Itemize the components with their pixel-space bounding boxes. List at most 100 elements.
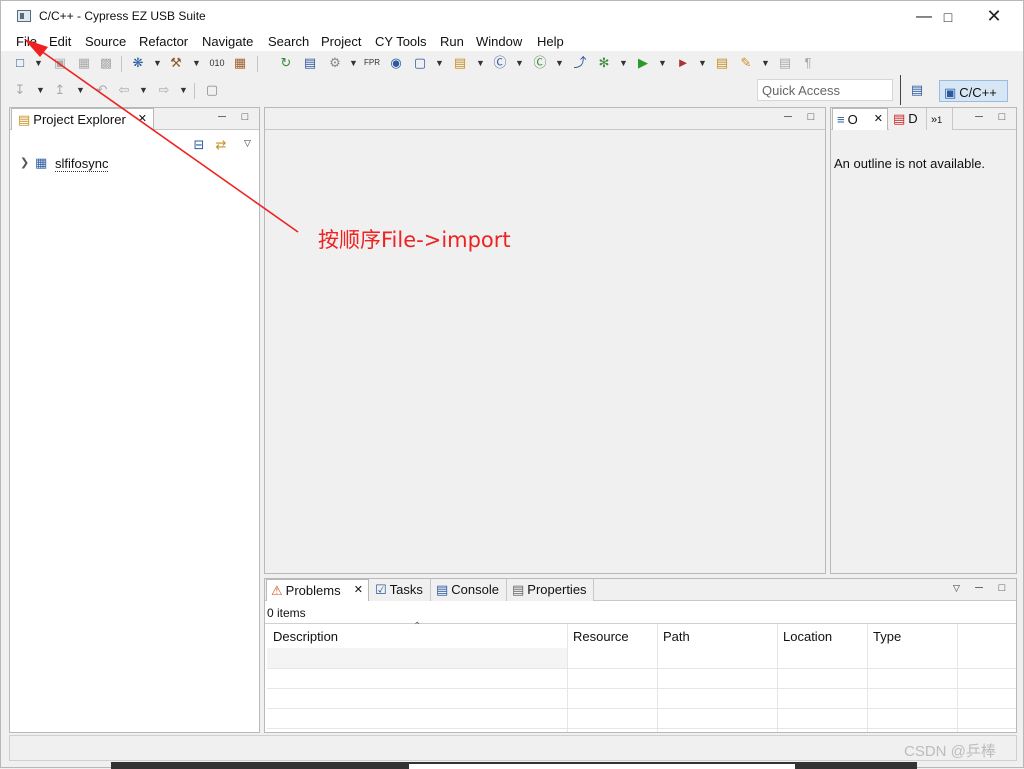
menu-run[interactable]: Run — [440, 34, 464, 49]
forward-dropdown-icon[interactable]: ▼ — [179, 81, 188, 99]
open-type-dropdown-icon[interactable]: ▼ — [435, 54, 444, 72]
package-icon[interactable]: ▦ — [231, 54, 249, 72]
maximize-view-icon[interactable]: □ — [995, 582, 1009, 596]
folder-dropdown-icon[interactable]: ▼ — [476, 54, 485, 72]
column-resource[interactable]: Resource — [567, 624, 629, 648]
run-play-icon[interactable]: ▶ — [634, 54, 652, 72]
maximize-editor-icon[interactable]: □ — [804, 111, 818, 125]
menu-help[interactable]: Help — [537, 34, 564, 49]
run-dropdown-icon[interactable]: ▼ — [658, 54, 667, 72]
maximize-view-icon[interactable]: □ — [995, 111, 1009, 125]
maximize-view-icon[interactable]: □ — [238, 111, 252, 125]
tab-properties[interactable]: ▤ Properties — [507, 579, 594, 601]
editor-area: ─ □ — [264, 107, 826, 574]
menu-edit[interactable]: Edit — [49, 34, 71, 49]
back-arrow-icon[interactable]: ⇦ — [115, 81, 133, 99]
prev-annotation-icon[interactable]: ↥ — [51, 81, 69, 99]
external-tools-icon[interactable]: ► — [674, 54, 692, 72]
toolbar-separator — [257, 56, 258, 72]
close-button[interactable]: ✕ — [971, 1, 1017, 32]
menu-cy-tools[interactable]: CY Tools — [375, 34, 427, 49]
minimize-view-icon[interactable]: ─ — [972, 111, 986, 125]
menu-refactor[interactable]: Refactor — [139, 34, 188, 49]
toolbar-divider — [900, 75, 901, 105]
new-class-dropdown-icon[interactable]: ▼ — [515, 54, 524, 72]
probe-icon[interactable]: ⤴ — [571, 54, 589, 72]
column-location[interactable]: Location — [777, 624, 832, 648]
next-annotation-icon[interactable]: ↧ — [11, 81, 29, 99]
cypress-logo-icon[interactable]: ◉ — [387, 54, 405, 72]
refresh-icon[interactable]: ↻ — [277, 54, 295, 72]
close-tab-icon[interactable]: ✕ — [354, 583, 363, 596]
menu-file[interactable]: File — [16, 34, 37, 49]
external-tools-dropdown-icon[interactable]: ▼ — [698, 54, 707, 72]
column-path[interactable]: Path — [657, 624, 690, 648]
open-perspective-icon[interactable]: ▤ — [906, 80, 928, 102]
tree-item[interactable]: ❯ ▦ slfifosync — [10, 154, 259, 174]
menu-project[interactable]: Project — [321, 34, 361, 49]
tab-tasks[interactable]: ☑ Tasks — [369, 579, 431, 601]
settings-dropdown-icon[interactable]: ▼ — [349, 54, 358, 72]
link-with-editor-icon[interactable]: ⇄ — [212, 136, 230, 154]
new-icon[interactable]: □ — [11, 54, 29, 72]
back-dropdown-icon[interactable]: ▼ — [139, 81, 148, 99]
fpr-icon[interactable]: FPR — [363, 54, 381, 72]
column-divider — [567, 624, 568, 732]
tab-project-explorer[interactable]: ▤ Project Explorer ✕ — [11, 108, 154, 130]
minimize-editor-icon[interactable]: ─ — [781, 111, 795, 125]
pilcrow-icon[interactable]: ¶ — [799, 54, 817, 72]
view-icon[interactable]: ▤ — [301, 54, 319, 72]
save-all-icon[interactable]: ▦ — [75, 54, 93, 72]
print-icon[interactable]: ▩ — [97, 54, 115, 72]
debug-dropdown-icon[interactable]: ▼ — [619, 54, 628, 72]
settings-gear-icon[interactable]: ⚙ — [326, 54, 344, 72]
last-edit-icon[interactable]: ↶ — [93, 81, 111, 99]
cy-run-icon[interactable]: Ⓒ — [531, 54, 549, 72]
quick-access-input[interactable]: Quick Access — [757, 79, 893, 101]
maximize-button[interactable]: □ — [925, 1, 971, 32]
open-type-icon[interactable]: ▢ — [411, 54, 429, 72]
globe-icon[interactable]: ❋ — [129, 54, 147, 72]
debug-bug-icon[interactable]: ✻ — [595, 54, 613, 72]
folder-icon[interactable]: ▤ — [451, 54, 469, 72]
globe-dropdown-icon[interactable]: ▼ — [153, 54, 162, 72]
build-dropdown-icon[interactable]: ▼ — [192, 54, 201, 72]
tab-problems[interactable]: ⚠ Problems ✕ — [266, 579, 369, 601]
save-icon[interactable]: ▣ — [51, 54, 69, 72]
menu-source[interactable]: Source — [85, 34, 126, 49]
overflow-tabs-button[interactable]: »1 — [927, 108, 953, 130]
perspective-cpp-button[interactable]: ▣ C/C++ — [939, 80, 1008, 102]
toggle-icon[interactable]: ▤ — [776, 54, 794, 72]
tab-documentation[interactable]: ▤ D — [889, 108, 927, 130]
view-menu-icon[interactable]: ▽ — [244, 134, 251, 152]
tab-console[interactable]: ▤ Console — [431, 579, 507, 601]
column-type[interactable]: Type — [867, 624, 901, 648]
row-divider — [267, 728, 1016, 729]
menu-search[interactable]: Search — [268, 34, 309, 49]
next-annotation-dropdown-icon[interactable]: ▼ — [36, 81, 45, 99]
open-folder-icon[interactable]: ▤ — [713, 54, 731, 72]
menu-navigate[interactable]: Navigate — [202, 34, 253, 49]
pencil-dropdown-icon[interactable]: ▼ — [761, 54, 770, 72]
binary-icon[interactable]: 010 — [208, 54, 226, 72]
collapse-all-icon[interactable]: ⊟ — [190, 136, 208, 154]
build-hammer-icon[interactable]: ⚒ — [167, 54, 185, 72]
cy-run-dropdown-icon[interactable]: ▼ — [555, 54, 564, 72]
toolbar-separator — [121, 56, 122, 72]
minimize-view-icon[interactable]: ─ — [972, 582, 986, 596]
forward-arrow-icon[interactable]: ⇨ — [155, 81, 173, 99]
pin-editor-icon[interactable]: ▢ — [203, 81, 221, 99]
pencil-icon[interactable]: ✎ — [737, 54, 755, 72]
prev-annotation-dropdown-icon[interactable]: ▼ — [76, 81, 85, 99]
console-icon: ▤ — [436, 582, 449, 597]
tasks-tab-label: Tasks — [389, 582, 423, 597]
new-class-icon[interactable]: Ⓒ — [491, 54, 509, 72]
close-tab-icon[interactable]: ✕ — [138, 112, 147, 125]
view-menu-icon[interactable]: ▽ — [953, 579, 960, 597]
minimize-view-icon[interactable]: ─ — [215, 111, 229, 125]
tab-outline[interactable]: ≡ O ✕ — [832, 108, 888, 130]
expand-chevron-icon[interactable]: ❯ — [20, 156, 29, 169]
close-tab-icon[interactable]: ✕ — [874, 112, 883, 125]
menu-window[interactable]: Window — [476, 34, 522, 49]
new-dropdown-icon[interactable]: ▼ — [34, 54, 43, 72]
